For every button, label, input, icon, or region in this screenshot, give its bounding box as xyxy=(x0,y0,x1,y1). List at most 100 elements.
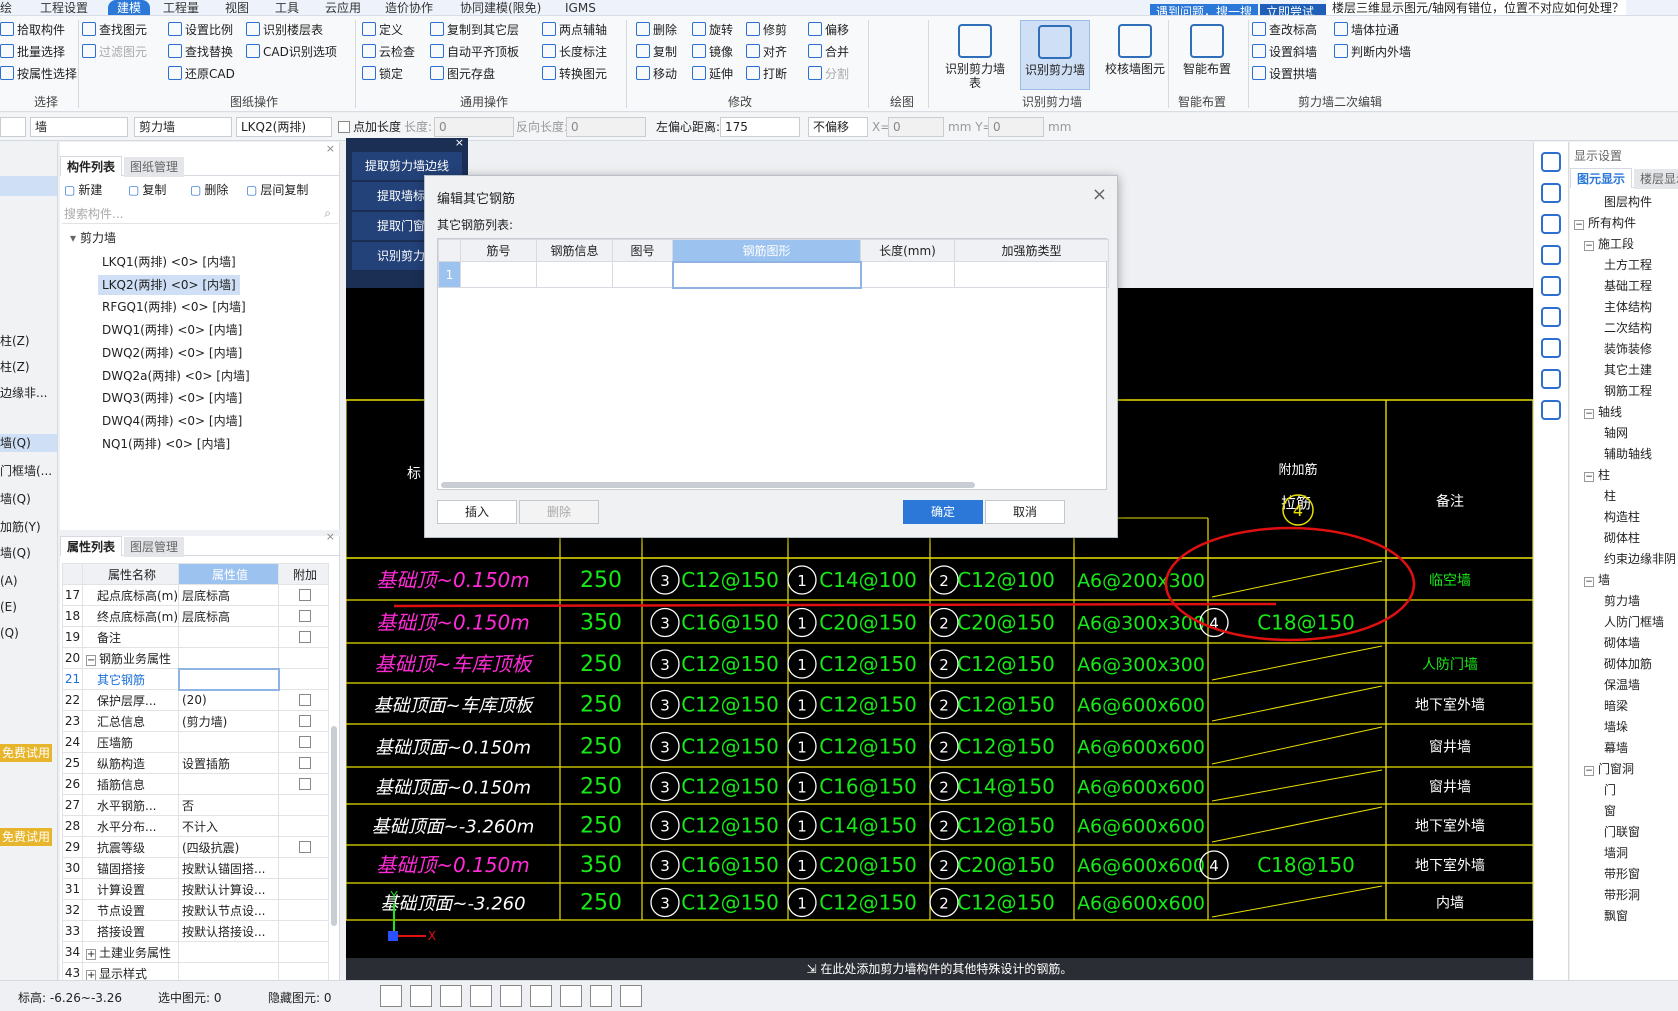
tree-item[interactable]: 钢筋工程 xyxy=(1604,381,1652,401)
checkbox[interactable] xyxy=(299,610,311,622)
property-row[interactable]: 26 插筋信息 xyxy=(62,773,329,795)
draw_ops-3[interactable]: 识别楼层表 xyxy=(246,20,323,40)
checkbox[interactable] xyxy=(338,121,350,133)
general3-0[interactable]: 两点辅轴 xyxy=(542,20,607,40)
component-item[interactable]: DWQ1(两排) <0> [内墙] xyxy=(98,320,246,340)
column-header-4[interactable]: 长度(mm) xyxy=(860,239,955,262)
flyout-close-icon[interactable]: × xyxy=(455,136,464,149)
property-row[interactable]: 33 搭接设置 按默认搭接设... xyxy=(62,920,329,942)
modify2-2[interactable]: 延伸 xyxy=(692,64,733,84)
tree-toggle-icon[interactable]: − xyxy=(1574,220,1584,230)
view-tool-icon[interactable] xyxy=(1541,245,1561,265)
general3-2[interactable]: 转换图元 xyxy=(542,64,607,84)
snap-tool-icon[interactable] xyxy=(590,985,612,1007)
general3-1[interactable]: 长度标注 xyxy=(542,42,607,62)
component-item[interactable]: DWQ3(两排) <0> [内墙] xyxy=(98,388,246,408)
snap-tool-icon[interactable] xyxy=(500,985,522,1007)
view-tool-icon[interactable] xyxy=(1541,338,1561,358)
view-tool-icon[interactable] xyxy=(1541,369,1561,389)
tree-item[interactable]: 砌体柱 xyxy=(1604,528,1640,548)
pick-2[interactable]: 按属性选择 xyxy=(0,64,77,84)
tab-0[interactable]: 构件列表 xyxy=(60,156,123,176)
tree-item[interactable]: 飘窗 xyxy=(1604,906,1628,926)
module-item-10[interactable]: (Q) xyxy=(0,624,19,642)
snap-tool-icon[interactable] xyxy=(410,985,432,1007)
property-value[interactable]: 否 xyxy=(178,794,279,816)
draw_ops-4[interactable]: CAD识别选项 xyxy=(246,42,337,62)
view-tool-icon[interactable] xyxy=(1541,400,1561,420)
tree-item[interactable]: 砌体加筋 xyxy=(1604,654,1652,674)
menu-item-0[interactable]: 绘 xyxy=(0,0,12,15)
offset-select[interactable]: 不偏移 xyxy=(808,117,868,137)
general2-2[interactable]: 图元存盘 xyxy=(430,64,495,84)
help-search[interactable]: 遇到问题，搜一搜 xyxy=(1150,4,1258,15)
property-row[interactable]: 25 纵筋构造 设置插筋 xyxy=(62,752,329,774)
property-row[interactable]: 27 水平钢筋... 否 xyxy=(62,794,329,816)
tree-item[interactable]: 人防门框墙 xyxy=(1604,612,1664,632)
property-row[interactable]: 28 水平分布... 不计入 xyxy=(62,815,329,837)
tree-item[interactable]: 墙垛 xyxy=(1604,717,1628,737)
menu-item-2[interactable]: 建模 xyxy=(108,0,151,15)
property-value[interactable]: 层底标高 xyxy=(178,605,279,627)
tree-toggle-icon[interactable]: − xyxy=(1584,241,1594,251)
property-row[interactable]: 32 节点设置 按默认节点设... xyxy=(62,899,329,921)
help-try-button[interactable]: 立即尝试 xyxy=(1260,4,1326,15)
tree-item[interactable]: 幕墙 xyxy=(1604,738,1628,758)
general1-1[interactable]: 云检查 xyxy=(362,42,415,62)
snap-tool-icon[interactable] xyxy=(530,985,552,1007)
tab-1[interactable]: 图纸管理 xyxy=(124,157,185,177)
property-addon[interactable] xyxy=(278,773,329,795)
insert-button[interactable]: 插入 xyxy=(437,500,517,524)
tree-item[interactable]: − 施工段 xyxy=(1584,234,1634,254)
property-row[interactable]: 24 压墙筋 xyxy=(62,731,329,753)
property-addon[interactable] xyxy=(278,794,329,816)
view-tool-icon[interactable] xyxy=(1541,307,1561,327)
tree-item[interactable]: − 柱 xyxy=(1584,465,1610,485)
module-item-0[interactable]: 柱(Z) xyxy=(0,332,30,350)
modify3-1[interactable]: 对齐 xyxy=(746,42,787,62)
tree-item[interactable]: 带形洞 xyxy=(1604,885,1640,905)
menu-item-3[interactable]: 工程量 xyxy=(163,0,199,15)
property-value[interactable]: (剪力墙) xyxy=(178,710,279,732)
property-row[interactable]: 20− 钢筋业务属性 xyxy=(62,647,329,669)
expand-icon[interactable]: + xyxy=(86,969,96,981)
property-addon[interactable] xyxy=(278,626,329,648)
tree-item[interactable]: 保温墙 xyxy=(1604,675,1640,695)
property-row[interactable]: 29 抗震等级 (四级抗震) xyxy=(62,836,329,858)
component-item[interactable]: DWQ2a(两排) <0> [内墙] xyxy=(98,366,254,386)
delete-button[interactable]: 删除 xyxy=(519,500,599,524)
property-addon[interactable] xyxy=(278,689,329,711)
component-item[interactable]: RFGQ1(两排) <0> [内墙] xyxy=(98,297,250,317)
tree-toggle-icon[interactable]: − xyxy=(1584,766,1594,776)
snap-tool-icon[interactable] xyxy=(380,985,402,1007)
tab-0[interactable]: 图元显示 xyxy=(1570,168,1633,188)
modify4-0[interactable]: 偏移 xyxy=(808,20,849,40)
modify4-1[interactable]: 合并 xyxy=(808,42,849,62)
component-item[interactable]: DWQ4(两排) <0> [内墙] xyxy=(98,411,246,431)
snap-tool-icon[interactable] xyxy=(560,985,582,1007)
modify2-0[interactable]: 旋转 xyxy=(692,20,733,40)
module-item-2[interactable]: 边缘非... xyxy=(0,384,47,402)
big-tool-0[interactable]: 识别剪力墙表 xyxy=(940,20,1010,90)
reverse-length-input[interactable]: 0 xyxy=(566,117,646,137)
snap-tool-icon[interactable] xyxy=(440,985,462,1007)
draw_ops-0[interactable]: 设置比例 xyxy=(168,20,233,40)
property-addon[interactable] xyxy=(278,668,329,690)
property-addon[interactable] xyxy=(278,605,329,627)
menu-item-1[interactable]: 工程设置 xyxy=(40,0,88,15)
component-item[interactable]: LKQ2(两排) <0> [内墙] xyxy=(98,274,240,295)
property-row[interactable]: 21 其它钢筋 xyxy=(62,667,329,691)
component-item[interactable]: LKQ1(两排) <0> [内墙] xyxy=(98,252,240,272)
panel-close-icon[interactable]: × xyxy=(326,142,335,155)
tree-item[interactable]: 基础工程 xyxy=(1604,276,1652,296)
checkbox[interactable] xyxy=(299,715,311,727)
property-row[interactable]: 23 汇总信息 (剪力墙) xyxy=(62,710,329,732)
tree-item[interactable]: 剪力墙 xyxy=(1604,591,1640,611)
draw_ops-2[interactable]: 还原CAD xyxy=(168,64,235,84)
tree-item[interactable]: 主体结构 xyxy=(1604,297,1652,317)
eccentric-input[interactable]: 175 xyxy=(720,117,800,137)
component-item[interactable]: DWQ2(两排) <0> [内墙] xyxy=(98,343,246,363)
tree-item[interactable]: 砌体墙 xyxy=(1604,633,1640,653)
checkbox[interactable] xyxy=(299,694,311,706)
tree-item[interactable]: 暗梁 xyxy=(1604,696,1628,716)
